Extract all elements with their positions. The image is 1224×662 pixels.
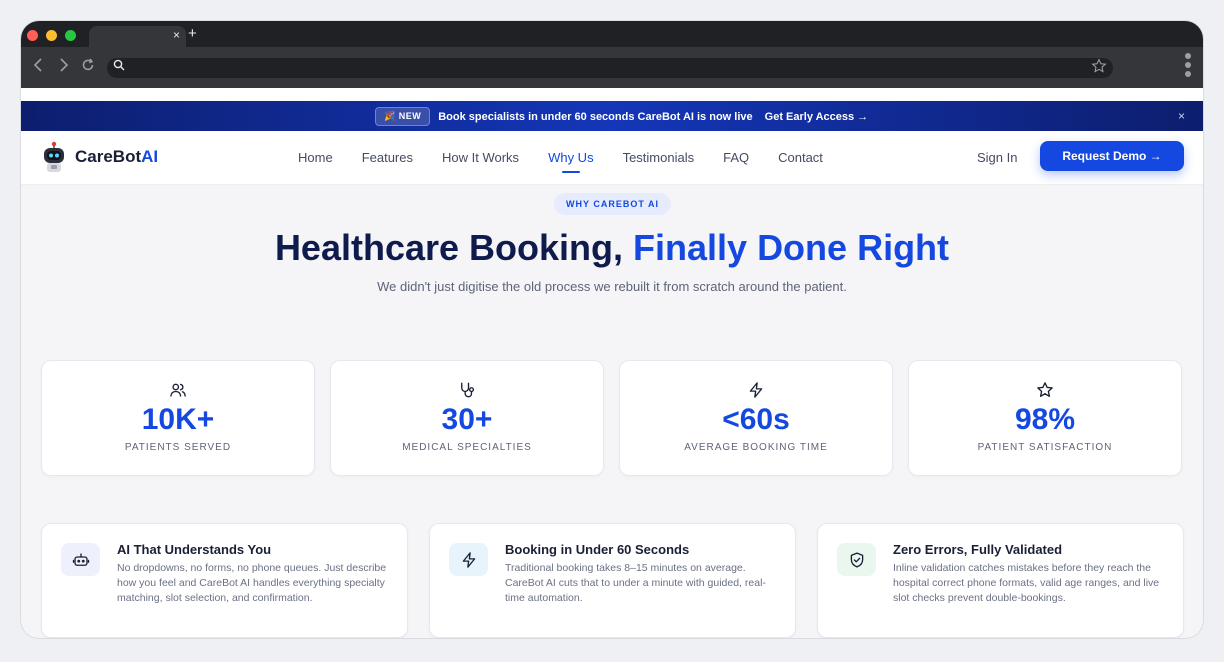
minimize-window-button[interactable] [46, 30, 57, 41]
stat-card-patients: 10K+ PATIENTS SERVED [41, 360, 315, 476]
star-icon [909, 381, 1181, 401]
section-subtitle: We didn't just digitise the old process … [377, 279, 847, 294]
stat-label: MEDICAL SPECIALTIES [402, 442, 532, 453]
feature-title: Zero Errors, Fully Validated [893, 542, 1063, 557]
section-headline: Healthcare Booking, Finally Done Right [274, 227, 950, 268]
users-icon [42, 381, 314, 401]
stat-card-specialties: 30+ MEDICAL SPECIALTIES [330, 360, 604, 476]
feature-title: Booking in Under 60 Seconds [505, 542, 690, 557]
announcement-bar: 🎉 NEW Book specialists in under 60 secon… [21, 101, 1203, 131]
request-demo-button[interactable]: Request Demo → [1040, 141, 1184, 171]
lightning-icon [449, 543, 488, 576]
stat-value: <60s [722, 403, 790, 436]
nav-item-testimonials[interactable]: Testimonials [623, 150, 695, 165]
back-icon[interactable] [33, 58, 43, 76]
logo-text: CareBotAI [75, 147, 159, 166]
logo[interactable]: CareBotAI [41, 141, 158, 173]
feature-card-validation: Zero Errors, Fully Validated Inline vali… [817, 523, 1184, 638]
nav-item-home[interactable]: Home [298, 150, 333, 165]
feature-card-ai: AI That Understands You No dropdowns, no… [41, 523, 408, 638]
stethoscope-icon [331, 381, 603, 401]
new-badge: 🎉 NEW [375, 107, 431, 126]
tab-close-icon[interactable]: × [173, 28, 180, 42]
main-menu: Home Features How It Works Why Us Testim… [298, 150, 852, 173]
stat-value: 10K+ [141, 403, 215, 436]
feature-card-speed: Booking in Under 60 Seconds Traditional … [429, 523, 796, 638]
stat-card-satisfaction: 98% PATIENT SATISFACTION [908, 360, 1182, 476]
address-bar[interactable] [107, 58, 1113, 78]
maximize-window-button[interactable] [65, 30, 76, 41]
stat-value: 30+ [441, 403, 493, 436]
stats-row: 10K+ PATIENTS SERVED 30+ MEDICAL SPECIAL… [41, 360, 1182, 476]
feature-description: No dropdowns, no forms, no phone queues.… [117, 562, 387, 604]
bot-icon [61, 543, 100, 576]
shield-check-icon [837, 543, 876, 576]
announcement-close-icon[interactable]: × [1178, 109, 1185, 123]
reload-icon[interactable] [81, 58, 95, 76]
why-us-section: WHY CAREBOT AI Healthcare Booking, Final… [21, 186, 1203, 638]
stat-label: PATIENT SATISFACTION [977, 442, 1113, 453]
nav-item-how-it-works[interactable]: How It Works [442, 150, 519, 165]
section-eyebrow: WHY CAREBOT AI [554, 193, 672, 215]
sign-in-link[interactable]: Sign In [977, 150, 1017, 165]
feature-title: AI That Understands You [117, 542, 272, 557]
bookmark-star-icon[interactable] [1091, 58, 1107, 78]
forward-icon[interactable] [59, 58, 69, 76]
browser-tab-bar: × + [21, 21, 1203, 47]
stat-card-booking-time: <60s AVERAGE BOOKING TIME [619, 360, 893, 476]
nav-item-why-us[interactable]: Why Us [548, 150, 594, 173]
nav-item-contact[interactable]: Contact [778, 150, 823, 165]
robot-logo-icon [41, 141, 67, 173]
nav-item-features[interactable]: Features [362, 150, 413, 165]
announcement-text: Book specialists in under 60 seconds Car… [438, 110, 753, 123]
browser-menu-icon[interactable] [1185, 53, 1191, 80]
close-window-button[interactable] [27, 30, 38, 41]
stat-label: PATIENTS SERVED [124, 442, 232, 453]
features-row: AI That Understands You No dropdowns, no… [41, 523, 1184, 638]
lightning-icon [620, 381, 892, 401]
browser-toolbar [21, 47, 1203, 88]
stat-value: 98% [1014, 403, 1076, 436]
early-access-link[interactable]: Get Early Access → [765, 111, 869, 123]
search-icon [113, 59, 125, 74]
stat-label: AVERAGE BOOKING TIME [684, 442, 828, 453]
feature-description: Inline validation catches mistakes befor… [893, 562, 1160, 604]
new-tab-button[interactable]: + [188, 25, 197, 42]
nav-item-faq[interactable]: FAQ [723, 150, 749, 165]
site-navbar: CareBotAI Home Features How It Works Why… [21, 131, 1203, 185]
browser-window: × + 🎉 NEW Book specialists in under 60 s… [21, 21, 1203, 638]
browser-tab[interactable]: × [89, 26, 186, 47]
feature-description: Traditional booking takes 8–15 minutes o… [505, 562, 766, 604]
page-top-spacer [21, 88, 1203, 101]
